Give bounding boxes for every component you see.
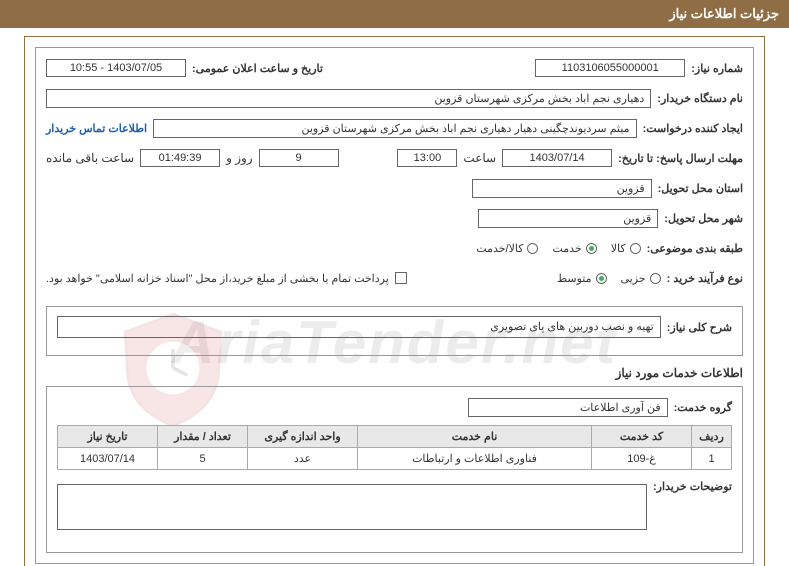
field-deadline-time: 13:00 xyxy=(397,149,457,167)
radio-minor-label: جزیی xyxy=(621,272,646,285)
radio-goods-label: کالا xyxy=(611,242,626,255)
field-days-left: 9 xyxy=(259,149,339,167)
label-subject-cat: طبقه بندی موضوعی: xyxy=(647,242,743,255)
field-city: قزوین xyxy=(478,209,658,228)
field-province: قزوین xyxy=(472,179,652,198)
row-deadline: مهلت ارسال پاسخ: تا تاریخ: 1403/07/14 سا… xyxy=(46,146,743,170)
th-row: ردیف xyxy=(692,426,732,448)
row-province: استان محل تحویل: قزوین xyxy=(46,176,743,200)
section-services: گروه خدمت: فن آوری اطلاعات ردیف کد خدمت … xyxy=(46,386,743,553)
field-overall-desc: تهیه و نصب دوربین های پای تصویری xyxy=(57,316,661,338)
label-announce-dt: تاریخ و ساعت اعلان عمومی: xyxy=(192,62,323,75)
radio-goods[interactable]: کالا xyxy=(611,242,641,255)
td-date: 1403/07/14 xyxy=(58,448,158,470)
page-title: جزئیات اطلاعات نیاز xyxy=(0,0,789,28)
link-buyer-contact[interactable]: اطلاعات تماس خریدار xyxy=(46,122,147,135)
row-subject-category: طبقه بندی موضوعی: کالا خدمت کالا/خدمت xyxy=(46,236,743,260)
th-name: نام خدمت xyxy=(358,426,592,448)
th-date: تاریخ نیاز xyxy=(58,426,158,448)
th-qty: تعداد / مقدار xyxy=(158,426,248,448)
field-deadline-date: 1403/07/14 xyxy=(502,149,612,167)
label-city: شهر محل تحویل: xyxy=(664,212,743,225)
heading-services-info: اطلاعات خدمات مورد نیاز xyxy=(46,366,743,380)
form-container: AriaTender.net شماره نیاز: 1103106055000… xyxy=(35,47,754,564)
checkbox-treasury[interactable] xyxy=(395,272,407,284)
radio-medium-label: متوسط xyxy=(557,272,592,285)
label-buyer-org: نام دستگاه خریدار: xyxy=(657,92,743,105)
th-unit: واحد اندازه گیری xyxy=(248,426,358,448)
th-code: کد خدمت xyxy=(592,426,692,448)
radio-group-category: کالا خدمت کالا/خدمت xyxy=(476,242,640,255)
td-qty: 5 xyxy=(158,448,248,470)
td-row: 1 xyxy=(692,448,732,470)
label-purchase-type: نوع فرآیند خرید : xyxy=(667,272,743,285)
label-days-and: روز و xyxy=(226,151,253,165)
field-need-no: 1103106055000001 xyxy=(535,59,685,77)
radio-both[interactable]: کالا/خدمت xyxy=(476,242,538,255)
field-requester: میثم سردیوندچگینی دهیار دهیاری نجم اباد … xyxy=(153,119,637,138)
main-panel: AriaTender.net شماره نیاز: 1103106055000… xyxy=(24,36,765,566)
label-requester: ایجاد کننده درخواست: xyxy=(643,122,743,135)
services-table: ردیف کد خدمت نام خدمت واحد اندازه گیری ت… xyxy=(57,425,732,470)
label-buyer-notes: توضیحات خریدار: xyxy=(653,480,732,493)
label-treasury-note: پرداخت تمام یا بخشی از مبلغ خرید،از محل … xyxy=(46,272,389,285)
label-service-group: گروه خدمت: xyxy=(674,401,732,414)
label-need-no: شماره نیاز: xyxy=(691,62,743,75)
label-time-word: ساعت xyxy=(463,151,496,165)
radio-service-label: خدمت xyxy=(552,242,581,255)
td-name: فناوری اطلاعات و ارتباطات xyxy=(358,448,592,470)
td-code: غ-109 xyxy=(592,448,692,470)
label-remaining: ساعت باقی مانده xyxy=(46,151,134,165)
radio-group-purchase: جزیی متوسط xyxy=(557,272,661,285)
table-row: 1 غ-109 فناوری اطلاعات و ارتباطات عدد 5 … xyxy=(58,448,732,470)
field-time-left: 01:49:39 xyxy=(140,149,220,167)
field-service-group: فن آوری اطلاعات xyxy=(468,398,668,417)
radio-both-label: کالا/خدمت xyxy=(476,242,523,255)
label-province: استان محل تحویل: xyxy=(658,182,743,195)
radio-service[interactable]: خدمت xyxy=(552,242,596,255)
table-header-row: ردیف کد خدمت نام خدمت واحد اندازه گیری ت… xyxy=(58,426,732,448)
field-buyer-org: دهیاری نجم اباد بخش مرکزی شهرستان قزوین xyxy=(46,89,651,108)
td-unit: عدد xyxy=(248,448,358,470)
row-buyer-org: نام دستگاه خریدار: دهیاری نجم اباد بخش م… xyxy=(46,86,743,110)
label-overall-desc: شرح کلی نیاز: xyxy=(667,321,732,334)
row-requester: ایجاد کننده درخواست: میثم سردیوندچگینی د… xyxy=(46,116,743,140)
label-deadline: مهلت ارسال پاسخ: تا تاریخ: xyxy=(618,152,743,165)
section-overall: شرح کلی نیاز: تهیه و نصب دوربین های پای … xyxy=(46,306,743,356)
radio-minor[interactable]: جزیی xyxy=(621,272,661,285)
row-need-number: شماره نیاز: 1103106055000001 تاریخ و ساع… xyxy=(46,56,743,80)
field-announce-dt: 1403/07/05 - 10:55 xyxy=(46,59,186,77)
field-buyer-notes xyxy=(57,484,647,530)
row-purchase-type: نوع فرآیند خرید : جزیی متوسط پرداخت تمام… xyxy=(46,266,743,290)
row-city: شهر محل تحویل: قزوین xyxy=(46,206,743,230)
radio-medium[interactable]: متوسط xyxy=(557,272,607,285)
